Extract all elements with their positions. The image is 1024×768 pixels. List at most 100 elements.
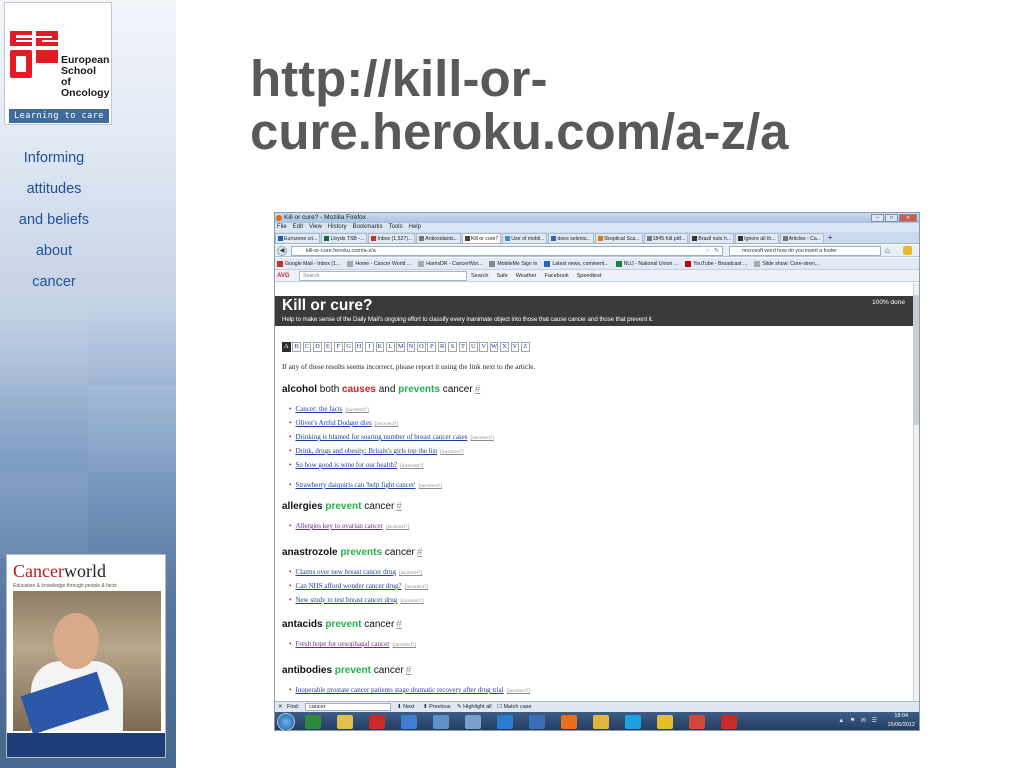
letter-link[interactable]: R [437,342,447,352]
find-input[interactable]: cancer [305,703,391,711]
letter-link[interactable]: B [292,342,301,352]
menu-help[interactable]: Help [409,223,421,232]
taskbar-app-icon[interactable] [433,715,449,729]
bookmark-item[interactable]: Google Mail - Inbox (1... [277,258,340,269]
browser-tab[interactable]: Articles - Ca... [779,233,825,243]
maximize-button[interactable]: □ [885,214,898,222]
find-next-button[interactable]: ⬇ Next [397,702,414,712]
avg-logo[interactable]: AVG [277,271,290,281]
article-link[interactable]: Claims over new breast cancer drug [295,568,396,576]
browser-tab[interactable]: 1845.full.pdf... [643,233,689,243]
bookmark-star-icon[interactable]: ☆ [705,247,710,255]
browser-tab[interactable]: Kill or cure? [461,233,502,243]
letter-link[interactable]: E [323,342,333,352]
category-anchor-link[interactable]: # [406,665,412,676]
find-previous-button[interactable]: ⬆ Previous [423,702,451,712]
article-link[interactable]: Cancer: the facts [295,405,342,413]
browser-tab[interactable]: Eurozone cri... [275,233,321,243]
match-case-checkbox[interactable]: ☐ Match case [497,702,532,712]
bookmark-item[interactable]: YouTube - Broadcast ... [685,258,747,269]
letter-link[interactable]: H [354,342,364,352]
letter-link[interactable]: P [427,342,437,352]
browser-tab[interactable]: Skeptical Sca... [594,233,643,243]
warning-icon[interactable] [657,715,673,729]
taskbar-app-icon[interactable] [401,715,417,729]
letter-link[interactable]: L [385,342,395,352]
article-link[interactable]: Drinking is blamed for soaring number of… [295,433,467,441]
report-incorrect-link[interactable]: [incorrect?] [405,585,428,590]
bookmark-item[interactable]: HarrisDR - CancerWor... [418,258,482,269]
pdf-icon[interactable] [369,715,385,729]
letter-link[interactable]: D [313,342,322,352]
menu-bookmarks[interactable]: Bookmarks [353,223,383,232]
article-link[interactable]: Drink, drugs and obesity: Britain's girl… [295,447,437,455]
article-link[interactable]: Fresh hope for oesophagal cancer [295,640,389,648]
close-find-icon[interactable]: ✕ [278,702,283,712]
report-incorrect-link[interactable]: [incorrect?] [399,571,422,576]
letter-link[interactable]: G [344,342,353,352]
category-anchor-link[interactable]: # [396,501,402,512]
browser-tab[interactable]: Inbox (1,527)... [368,233,416,243]
report-incorrect-link[interactable]: [incorrect?] [400,599,423,604]
home-icon[interactable]: ⌂ [885,246,890,256]
report-incorrect-link[interactable]: [incorrect?] [419,484,442,489]
bookmark-item[interactable]: Home - Cancer World ... [347,258,411,269]
article-link[interactable]: Inoperable prostate cancer patients stag… [295,686,503,694]
browser-tab[interactable]: Brazil nuts h... [689,233,735,243]
report-incorrect-link[interactable]: [incorrect?] [375,422,398,427]
letter-link[interactable]: M [396,342,405,352]
new-tab-button[interactable]: + [825,232,835,243]
bookmark-item[interactable]: MobileMe Sign In [489,258,537,269]
report-incorrect-link[interactable]: [incorrect?] [470,436,493,441]
system-tray-icons[interactable]: ▲ ⚑ ✉ ☰ [838,717,879,724]
taskbar-app-icon[interactable] [465,715,481,729]
letter-link[interactable]: A [282,342,291,352]
folder-icon[interactable] [593,715,609,729]
folder-icon[interactable] [337,715,353,729]
report-incorrect-link[interactable]: [incorrect?] [345,408,368,413]
addon-icon[interactable] [903,246,912,255]
ie-icon[interactable] [497,715,513,729]
article-link[interactable]: Allergies key to ovarian cancer [295,522,382,530]
category-anchor-link[interactable]: # [475,384,481,395]
letter-link[interactable]: U [469,342,478,352]
letter-link[interactable]: X [500,342,509,352]
browser-tab[interactable]: Lloyds TSB -... [321,233,368,243]
bookmark-item[interactable]: Slide show: Core-stren... [754,258,819,269]
taskbar-app-icon[interactable] [305,715,321,729]
letter-link[interactable]: W [489,342,499,352]
avg-safe-button[interactable]: Safe [496,270,507,282]
category-anchor-link[interactable]: # [396,619,402,630]
word-icon[interactable] [529,715,545,729]
letter-link[interactable]: V [479,342,489,352]
avg-weather-button[interactable]: Weather [516,270,537,282]
pdf-icon[interactable] [721,715,737,729]
browser-tab[interactable]: Use of mobil... [502,233,548,243]
skype-icon[interactable] [625,715,641,729]
letter-link[interactable]: S [448,342,457,352]
bookmark-item[interactable]: NUJ - National Union ... [615,258,678,269]
letter-link[interactable]: C [302,342,312,352]
report-incorrect-link[interactable]: [incorrect?] [386,525,409,530]
firefox-taskbar-icon[interactable] [561,715,577,729]
letter-link[interactable]: N [406,342,416,352]
powerpoint-icon[interactable] [689,715,705,729]
letter-link[interactable]: Y [510,342,520,352]
category-anchor-link[interactable]: # [417,547,423,558]
letter-link[interactable]: K [375,342,385,352]
letter-link[interactable]: Z [520,342,530,352]
menu-tools[interactable]: Tools [389,223,403,232]
reload-icon[interactable]: ↻ [714,247,719,255]
avg-speedtest-button[interactable]: Speedtest [577,270,602,282]
article-link[interactable]: Strawberry daiquiris can 'help fight can… [295,481,415,489]
address-bar[interactable]: kill-or-cure.heroku.com/a-z/a ☆ ↻ [291,246,723,256]
page-scrollbar[interactable] [913,283,919,701]
browser-tab[interactable]: Ignore all th... [735,233,779,243]
highlight-all-button[interactable]: ✎ Highlight all [457,702,492,712]
bookmark-item[interactable]: Latest news, comment... [544,258,609,269]
clock[interactable]: 18:04 15/06/2012 [887,712,915,730]
article-link[interactable]: So how good is wine for our health? [295,461,397,469]
letter-link[interactable]: T [458,342,468,352]
close-button[interactable]: ✕ [899,214,917,222]
menu-history[interactable]: History [328,223,347,232]
